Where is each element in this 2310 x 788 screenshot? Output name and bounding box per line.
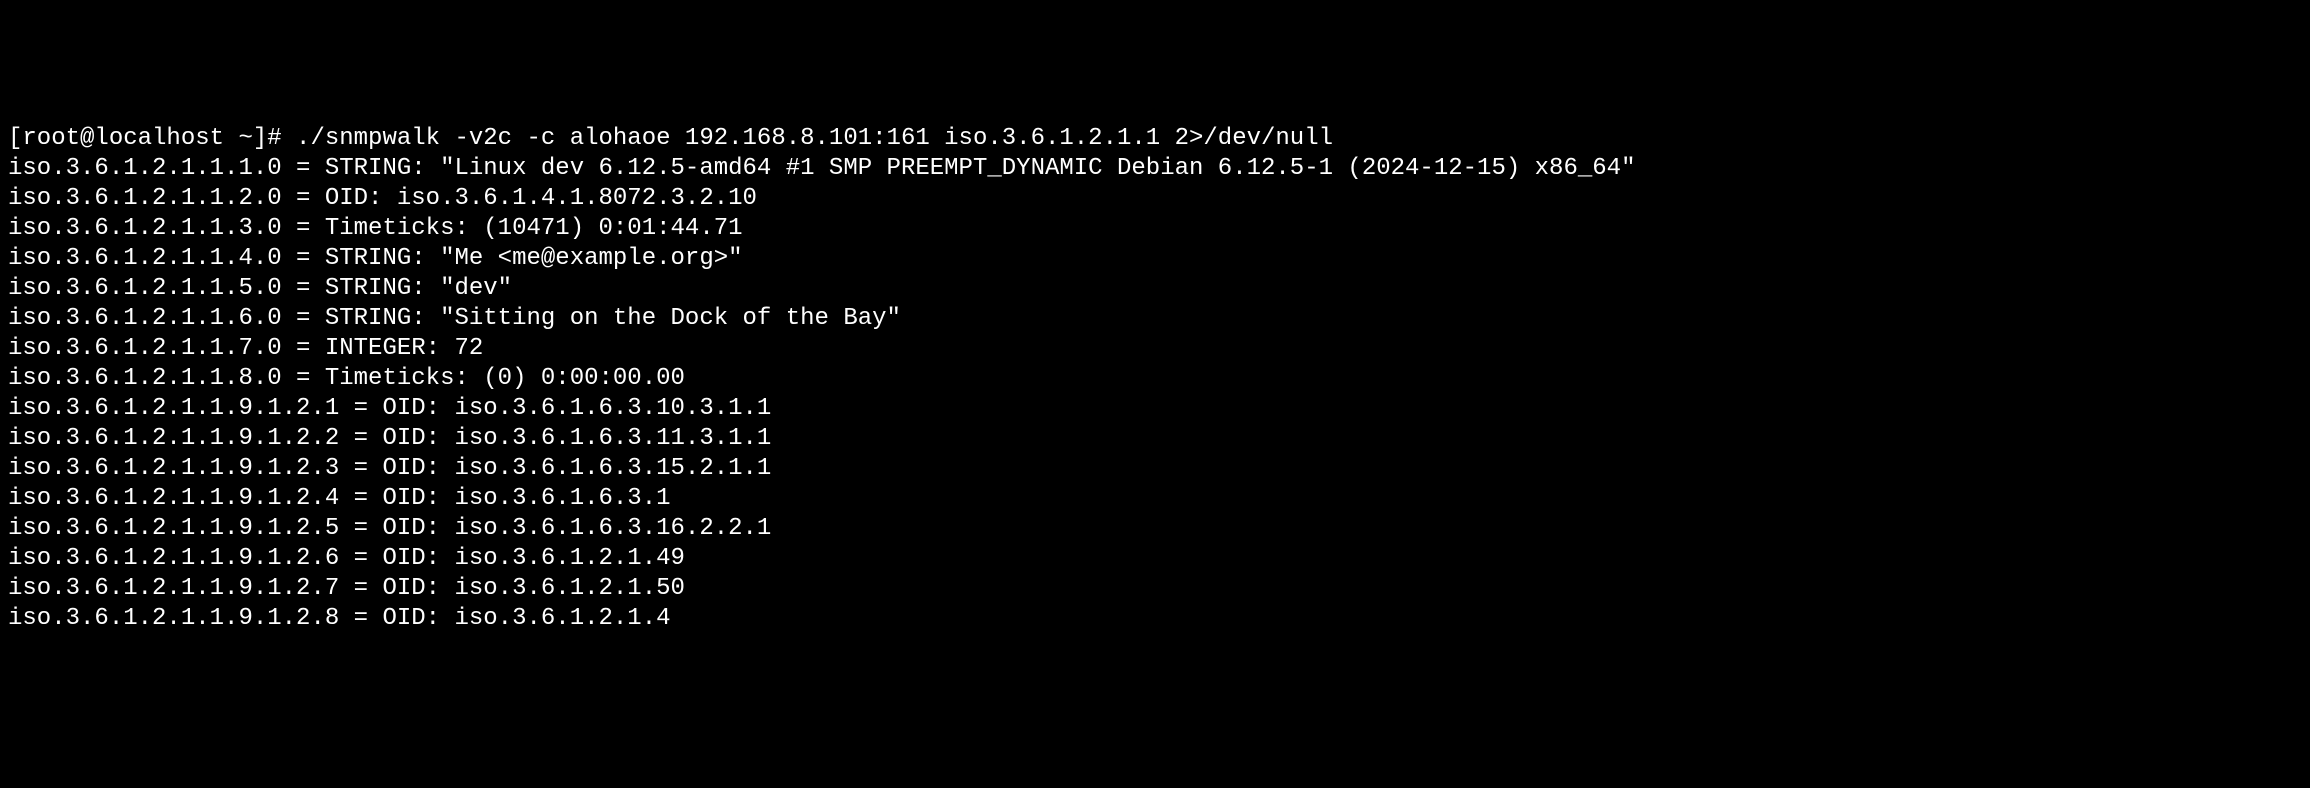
output-line: iso.3.6.1.2.1.1.6.0 = STRING: "Sitting o… <box>8 304 2302 334</box>
output-line: iso.3.6.1.2.1.1.9.1.2.8 = OID: iso.3.6.1… <box>8 604 2302 634</box>
output-line: iso.3.6.1.2.1.1.9.1.2.7 = OID: iso.3.6.1… <box>8 574 2302 604</box>
command-text: ./snmpwalk -v2c -c alohaoe 192.168.8.101… <box>296 125 1333 152</box>
terminal-window[interactable]: [root@localhost ~]# ./snmpwalk -v2c -c a… <box>8 124 2302 634</box>
output-line: iso.3.6.1.2.1.1.4.0 = STRING: "Me <me@ex… <box>8 244 2302 274</box>
output-line: iso.3.6.1.2.1.1.2.0 = OID: iso.3.6.1.4.1… <box>8 184 2302 214</box>
output-line: iso.3.6.1.2.1.1.1.0 = STRING: "Linux dev… <box>8 154 2302 184</box>
output-line: iso.3.6.1.2.1.1.9.1.2.4 = OID: iso.3.6.1… <box>8 484 2302 514</box>
output-line: iso.3.6.1.2.1.1.9.1.2.1 = OID: iso.3.6.1… <box>8 394 2302 424</box>
output-line: iso.3.6.1.2.1.1.7.0 = INTEGER: 72 <box>8 334 2302 364</box>
output-line: iso.3.6.1.2.1.1.5.0 = STRING: "dev" <box>8 274 2302 304</box>
output-line: iso.3.6.1.2.1.1.9.1.2.2 = OID: iso.3.6.1… <box>8 424 2302 454</box>
output-line: iso.3.6.1.2.1.1.9.1.2.3 = OID: iso.3.6.1… <box>8 454 2302 484</box>
output-line: iso.3.6.1.2.1.1.9.1.2.5 = OID: iso.3.6.1… <box>8 514 2302 544</box>
output-line: iso.3.6.1.2.1.1.3.0 = Timeticks: (10471)… <box>8 214 2302 244</box>
command-line: [root@localhost ~]# ./snmpwalk -v2c -c a… <box>8 124 2302 154</box>
shell-prompt: [root@localhost ~]# <box>8 125 296 152</box>
output-line: iso.3.6.1.2.1.1.9.1.2.6 = OID: iso.3.6.1… <box>8 544 2302 574</box>
output-line: iso.3.6.1.2.1.1.8.0 = Timeticks: (0) 0:0… <box>8 364 2302 394</box>
